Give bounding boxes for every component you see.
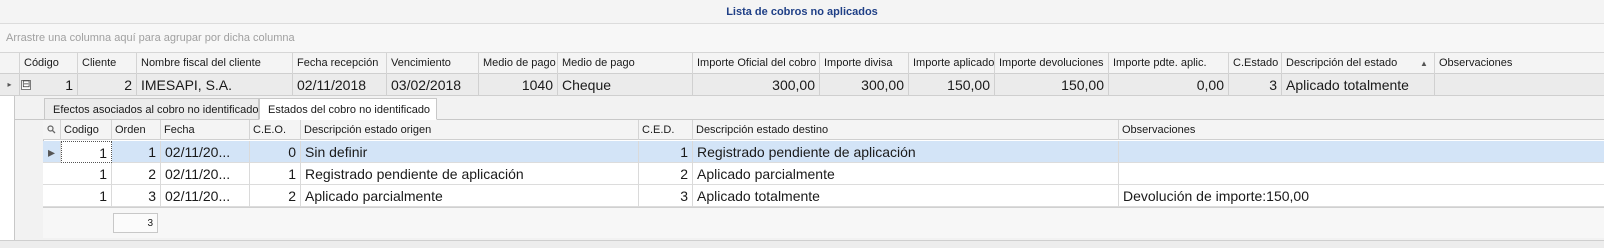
bottom-border [0, 240, 1604, 248]
cell-desc-destino[interactable]: Aplicado totalmente [693, 185, 1119, 207]
cell-descripcion-estado[interactable]: Aplicado totalmente [1282, 74, 1435, 96]
cell-orden[interactable]: 3 [112, 185, 161, 207]
window-title: Lista de cobros no aplicados [726, 6, 878, 18]
column-header-desc-destino[interactable]: Descripción estado destino [693, 120, 1119, 140]
cell-ceo[interactable]: 2 [250, 185, 301, 207]
group-by-hint: Arrastre una columna aquí para agrupar p… [6, 32, 295, 44]
cell-desc-destino[interactable]: Aplicado parcialmente [693, 163, 1119, 185]
cell-desc-origen[interactable]: Aplicado parcialmente [301, 185, 639, 207]
cell-cliente[interactable]: 2 [78, 74, 137, 96]
column-header-observaciones-detail[interactable]: Observaciones [1119, 120, 1604, 140]
collapse-row-icon[interactable]: ⊟ [21, 80, 31, 90]
header-indicator-cell [0, 53, 20, 74]
cell-ceo[interactable]: 0 [250, 141, 301, 163]
cell-codigo-detail[interactable]: 1 [61, 163, 112, 185]
column-header-ceo[interactable]: C.E.O. [250, 120, 301, 140]
column-header-c-estado[interactable]: C.Estado [1229, 53, 1282, 74]
cell-observaciones-detail[interactable]: Devolución de importe:150,00 [1119, 185, 1604, 207]
cell-ced[interactable]: 2 [639, 163, 693, 185]
cell-codigo-detail[interactable]: 1 [61, 185, 112, 207]
detail-footer [43, 207, 1604, 238]
cell-orden[interactable]: 2 [112, 163, 161, 185]
column-header-fecha[interactable]: Fecha [161, 120, 250, 140]
cell-importe-devoluciones[interactable]: 150,00 [995, 74, 1109, 96]
column-header-importe-oficial[interactable]: Importe Oficial del cobro [693, 53, 820, 74]
row-indicator-icon: ▸ [43, 141, 61, 163]
column-header-importe-aplicado[interactable]: Importe aplicado [909, 53, 995, 74]
cell-fecha[interactable]: 02/11/20... [161, 141, 250, 163]
column-header-descripcion-estado[interactable]: Descripción del estado ▲ [1282, 53, 1435, 74]
column-header-descripcion-estado-label: Descripción del estado [1286, 57, 1398, 69]
cell-c-estado[interactable]: 3 [1229, 74, 1282, 96]
column-header-desc-origen[interactable]: Descripción estado origen [301, 120, 639, 140]
tab-efectos-asociados[interactable]: Efectos asociados al cobro no identifica… [44, 98, 259, 120]
cell-nombre-fiscal[interactable]: IMESAPI, S.A. [137, 74, 293, 96]
cell-desc-destino[interactable]: Registrado pendiente de aplicación [693, 141, 1119, 163]
sort-ascending-icon: ▲ [1420, 59, 1428, 68]
column-header-fecha-recepcion[interactable]: Fecha recepción [293, 53, 387, 74]
cell-ceo[interactable]: 1 [250, 163, 301, 185]
cell-observaciones[interactable] [1435, 74, 1604, 96]
column-header-ced[interactable]: C.E.D. [639, 120, 693, 140]
cell-desc-origen[interactable]: Sin definir [301, 141, 639, 163]
cell-fecha-recepcion[interactable]: 02/11/2018 [293, 74, 387, 96]
search-icon[interactable] [43, 120, 61, 140]
column-header-importe-devoluciones[interactable]: Importe devoluciones [995, 53, 1109, 74]
column-header-medio-pago-codigo[interactable]: Medio de pago [479, 53, 558, 74]
cell-ced[interactable]: 1 [639, 141, 693, 163]
cell-importe-oficial[interactable]: 300,00 [693, 74, 820, 96]
cell-medio-pago-codigo[interactable]: 1040 [479, 74, 558, 96]
cell-observaciones-detail[interactable] [1119, 163, 1604, 185]
cell-orden[interactable]: 1 [112, 141, 161, 163]
cell-importe-aplicado[interactable]: 150,00 [909, 74, 995, 96]
cell-observaciones-detail[interactable] [1119, 141, 1604, 163]
cell-desc-origen[interactable]: Registrado pendiente de aplicación [301, 163, 639, 185]
column-header-nombre-fiscal[interactable]: Nombre fiscal del cliente [137, 53, 293, 74]
cell-vencimiento[interactable]: 03/02/2018 [387, 74, 479, 96]
row-indicator-icon: ▸ [0, 74, 20, 96]
column-header-codigo-detail[interactable]: Codigo [61, 120, 112, 140]
cell-fecha[interactable]: 02/11/20... [161, 163, 250, 185]
cell-fecha[interactable]: 02/11/20... [161, 185, 250, 207]
tab-estados-cobro[interactable]: Estados del cobro no identificado [259, 98, 437, 120]
column-header-importe-pdte[interactable]: Importe pdte. aplic. [1109, 53, 1229, 74]
cell-medio-pago[interactable]: Cheque [558, 74, 693, 96]
column-header-orden[interactable]: Orden [112, 120, 161, 140]
cell-codigo[interactable]: 1 [37, 74, 78, 96]
row-count-summary: 3 [113, 213, 158, 233]
column-header-codigo[interactable]: Código [20, 53, 78, 74]
cell-importe-divisa[interactable]: 300,00 [820, 74, 909, 96]
column-header-cliente[interactable]: Cliente [78, 53, 137, 74]
column-header-medio-pago[interactable]: Medio de pago [558, 53, 693, 74]
column-header-observaciones[interactable]: Observaciones [1435, 53, 1604, 74]
column-header-importe-divisa[interactable]: Importe divisa [820, 53, 909, 74]
column-header-vencimiento[interactable]: Vencimiento [387, 53, 479, 74]
cell-codigo-detail[interactable]: 1 [61, 141, 112, 163]
cell-ced[interactable]: 3 [639, 185, 693, 207]
cell-importe-pdte[interactable]: 0,00 [1109, 74, 1229, 96]
